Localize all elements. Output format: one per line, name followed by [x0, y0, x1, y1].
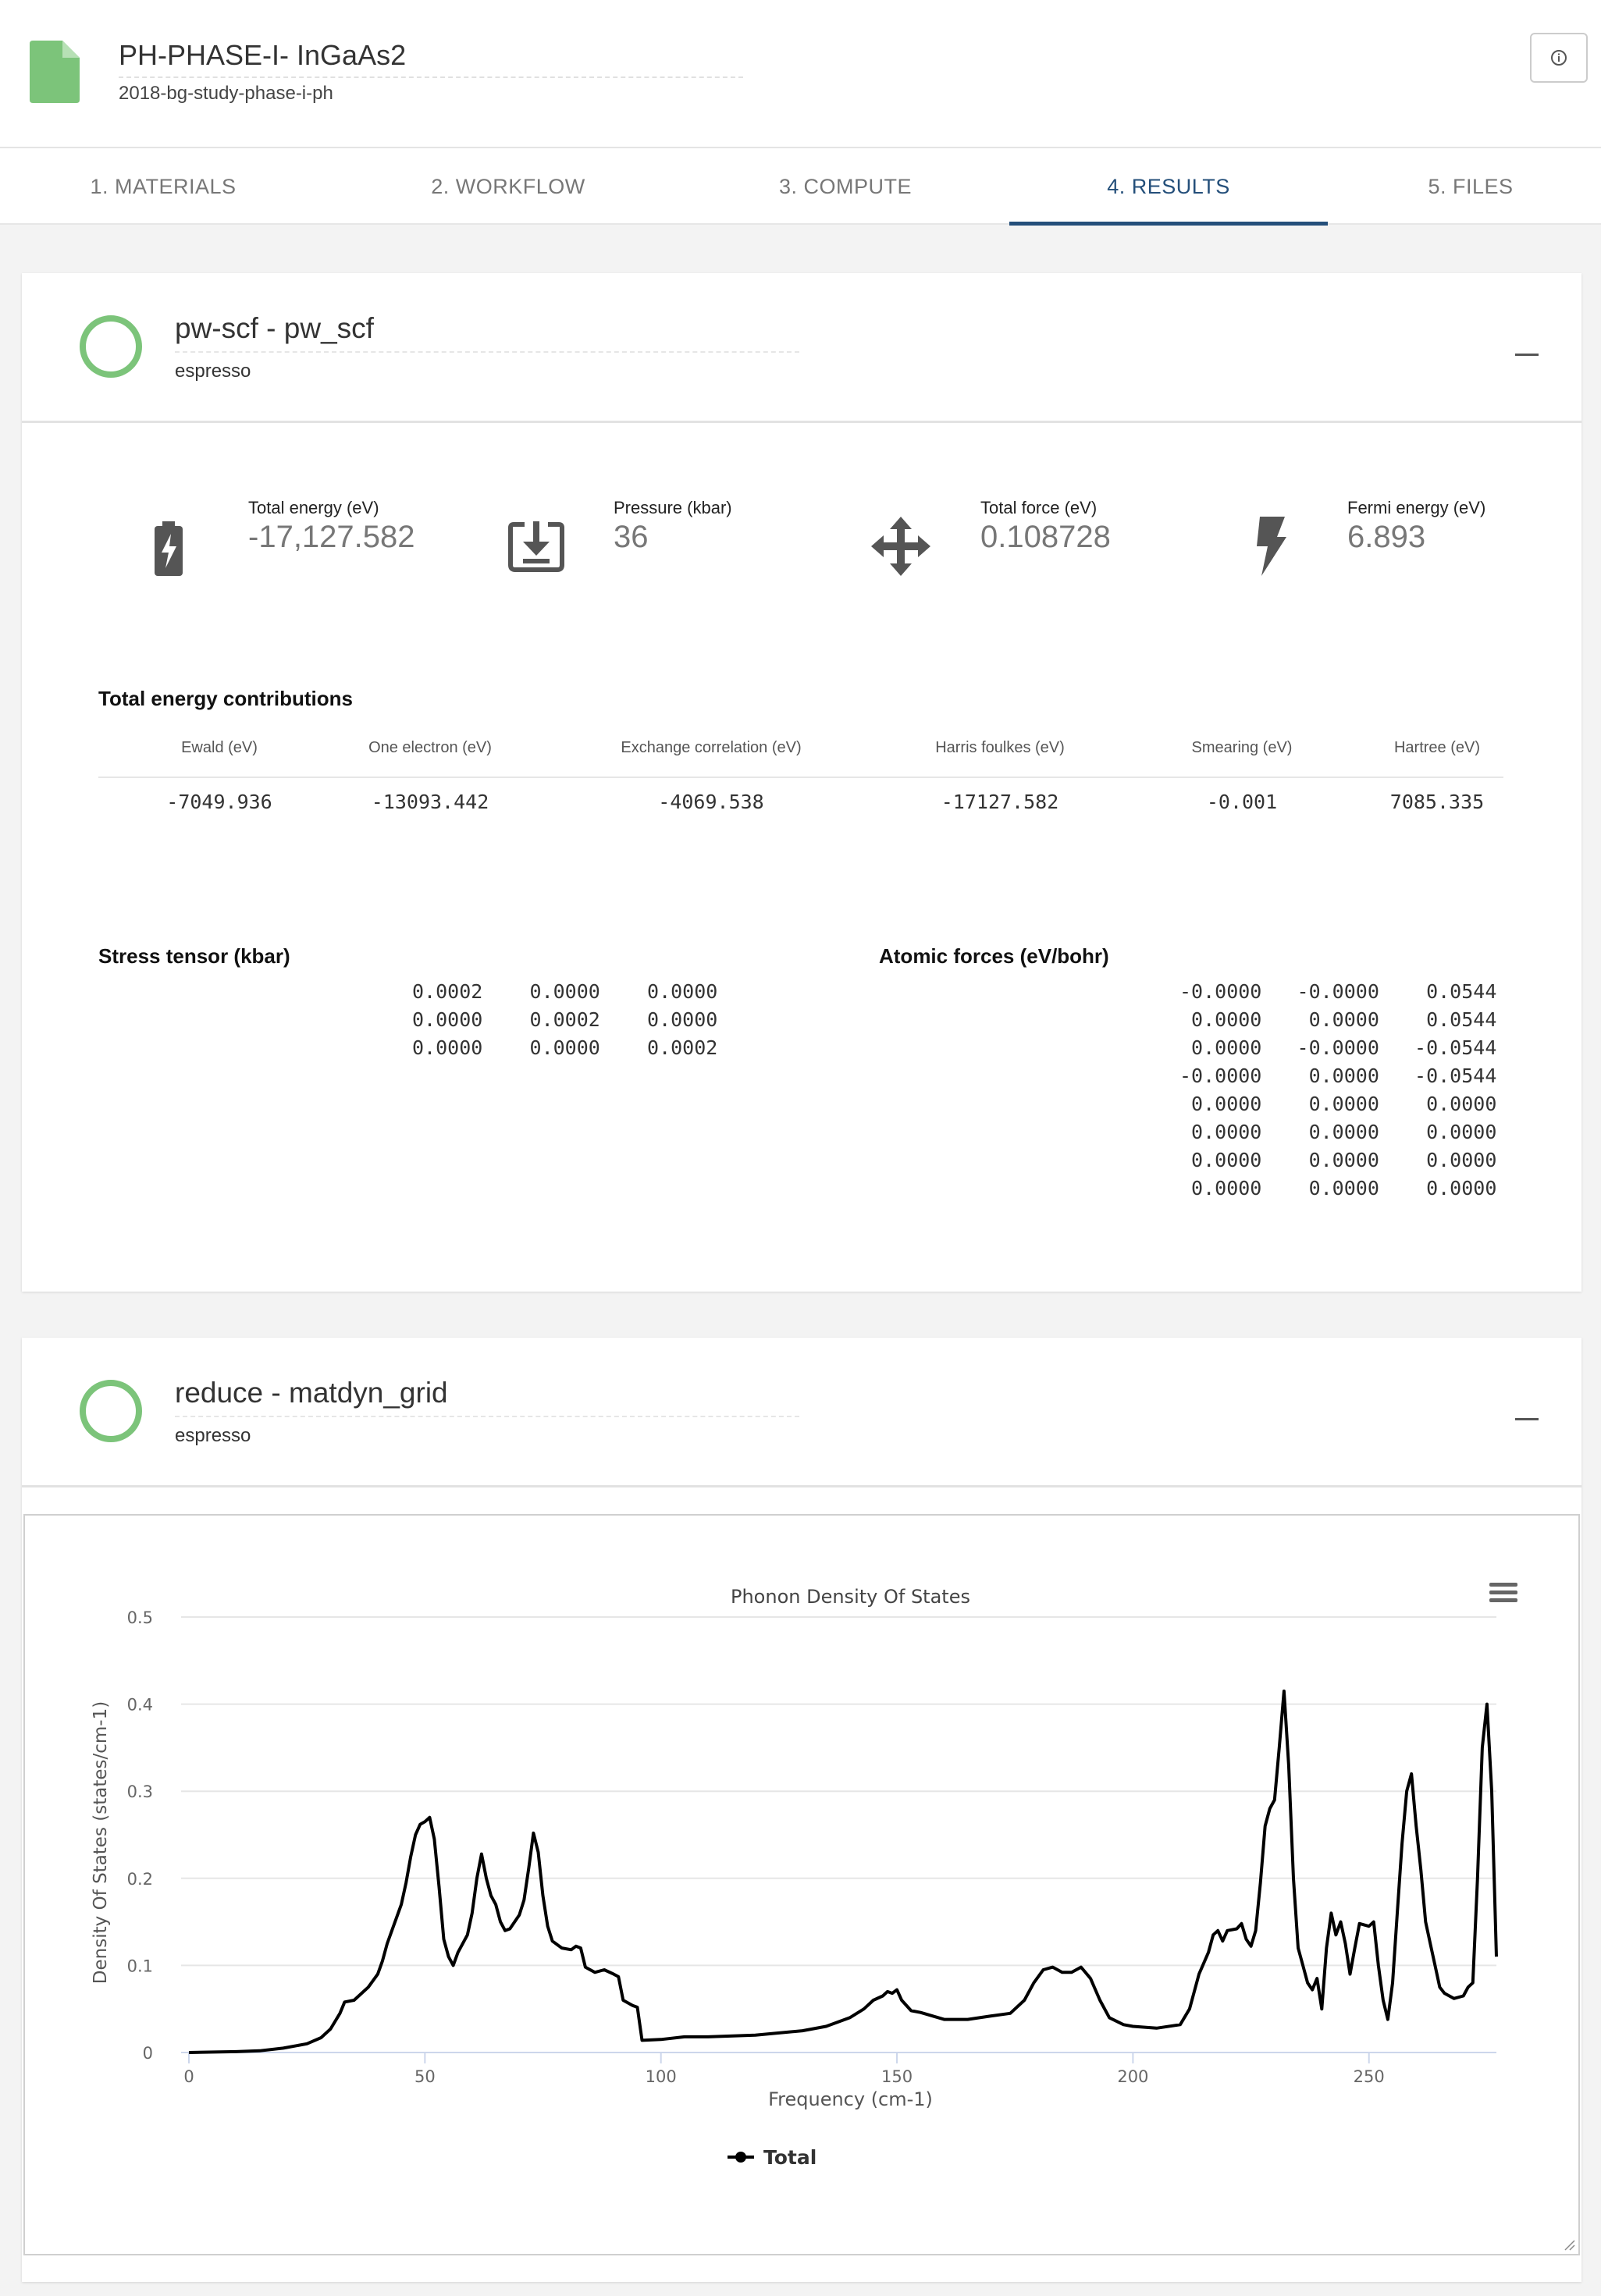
info-button[interactable]: [1530, 33, 1588, 83]
table-row: -7049.936 -13093.442 -4069.538 -17127.58…: [98, 778, 1503, 823]
stress-tensor-title: Stress tensor (kbar): [98, 944, 290, 968]
matrix-row: 0.0000 0.0002 0.0000: [412, 1008, 718, 1031]
chart-menu-button[interactable]: [1489, 1583, 1517, 1606]
tab-files[interactable]: 5. FILES: [1382, 148, 1560, 225]
matrix-row: -0.0000 -0.0000 0.0544: [1179, 980, 1497, 1003]
column-header: Harris foulkes (eV): [935, 739, 1065, 756]
y-tick-label: 0: [143, 2044, 153, 2063]
battery-bolt-icon: [155, 521, 183, 576]
x-tick-label: 150: [881, 2067, 913, 2086]
phonon-dos-chart: Phonon Density Of States 0 0.1 0.2 0.3 0.4 0.5…: [91, 1586, 1498, 2169]
status-complete-icon: [80, 315, 142, 378]
column-header: Smearing (eV): [1191, 739, 1293, 756]
stress-tensor-matrix: 0.0002 0.0000 0.0000 0.0000 0.0002 0.000…: [412, 980, 756, 1074]
menu-bar: [1489, 1590, 1517, 1594]
legend-marker: [735, 2152, 746, 2163]
chart-container: Phonon Density Of States 0 0.1 0.2 0.3 0.4 0.5…: [23, 1514, 1580, 2255]
y-axis-label: Density Of States (states/cm-1): [91, 1701, 111, 1984]
collapse-button[interactable]: [1511, 340, 1542, 368]
y-tick-label: 0.3: [127, 1782, 153, 1801]
x-axis-label: Frequency (cm-1): [768, 2088, 933, 2110]
title-underline: [175, 1416, 799, 1417]
table-header: Ewald (eV) One electron (eV) Exchange co…: [98, 722, 1503, 778]
download-box-icon: [508, 521, 564, 572]
stat-value-total-energy: -17,127.582: [248, 520, 415, 554]
column-header: One electron (eV): [368, 739, 492, 756]
unit-header: pw-scf - pw_scf espresso: [22, 273, 1581, 423]
matrix-row: 0.0000 0.0000 0.0002: [412, 1036, 718, 1059]
table-cell: -0.001: [1206, 791, 1278, 813]
x-tick-label: 100: [646, 2067, 677, 2086]
unit-card-matdyn-grid: reduce - matdyn_grid espresso Phonon Den…: [22, 1338, 1581, 2282]
column-header: Hartree (eV): [1393, 739, 1481, 756]
project-header: PH-PHASE-I- InGaAs2 2018-bg-study-phase-…: [0, 0, 1601, 148]
column-header: Exchange correlation (eV): [621, 739, 802, 756]
x-tick-label: 0: [183, 2067, 194, 2086]
y-tick-label: 0.1: [127, 1957, 153, 1975]
unit-header: reduce - matdyn_grid espresso: [22, 1338, 1581, 1487]
matrix-row: 0.0002 0.0000 0.0000: [412, 980, 718, 1003]
tab-compute[interactable]: 3. COMPUTE: [682, 148, 1009, 225]
atomic-forces-matrix: -0.0000 -0.0000 0.0544 0.0000 0.0000 0.0…: [1179, 980, 1554, 1207]
stat-label-pressure: Pressure (kbar): [614, 498, 732, 517]
matrix-row: 0.0000 0.0000 0.0000: [1179, 1149, 1497, 1171]
x-tick-label: 200: [1117, 2067, 1148, 2086]
matrix-row: 0.0000 0.0000 0.0000: [1179, 1121, 1497, 1143]
unit-card-pw-scf: pw-scf - pw_scf espresso Total energy (e…: [22, 273, 1581, 1292]
stat-value-pressure: 36: [614, 520, 649, 554]
title-underline: [175, 351, 799, 353]
lightning-icon: [1257, 517, 1286, 576]
resize-handle-icon[interactable]: [1561, 2237, 1575, 2251]
stat-label-total-force: Total force (eV): [980, 498, 1098, 517]
unit-title: pw-scf - pw_scf: [175, 312, 374, 344]
minus-icon: [1515, 1417, 1539, 1420]
tab-workflow[interactable]: 2. WORKFLOW: [334, 148, 682, 225]
unit-title: reduce - matdyn_grid: [175, 1377, 448, 1409]
stat-value-total-force: 0.108728: [980, 520, 1111, 554]
energy-contributions-table: Ewald (eV) One electron (eV) Exchange co…: [98, 722, 1503, 823]
menu-bar: [1489, 1583, 1517, 1587]
matrix-row: 0.0000 0.0000 0.0000: [1179, 1093, 1497, 1115]
table-cell: -13093.442: [371, 791, 489, 813]
energy-contributions-title: Total energy contributions: [98, 687, 353, 710]
collapse-button[interactable]: [1511, 1405, 1542, 1433]
tab-materials[interactable]: 1. MATERIALS: [0, 148, 326, 225]
legend-label: Total: [763, 2146, 817, 2169]
chart-title: Phonon Density Of States: [731, 1586, 970, 1608]
info-icon: [1551, 50, 1567, 66]
file-icon: [30, 41, 80, 103]
y-tick-label: 0.2: [127, 1870, 153, 1889]
column-header: Ewald (eV): [181, 739, 258, 756]
matrix-row: 0.0000 0.0000 0.0000: [1179, 1177, 1497, 1200]
table-cell: 7085.335: [1389, 791, 1485, 813]
project-title[interactable]: PH-PHASE-I- InGaAs2: [119, 39, 406, 72]
project-subtitle: 2018-bg-study-phase-i-ph: [119, 83, 333, 104]
series-line-total: [188, 1689, 1498, 2054]
title-underline: [119, 76, 743, 78]
stat-value-fermi-energy: 6.893: [1347, 520, 1426, 554]
results-stats: Total energy (eV) -17,127.582 Pressure (…: [22, 423, 1581, 626]
y-tick-label: 0.4: [127, 1696, 153, 1715]
menu-bar: [1489, 1598, 1517, 1602]
workflow-tabs: 1. MATERIALS 2. WORKFLOW 3. COMPUTE 4. R…: [0, 148, 1601, 226]
active-tab-indicator: [1009, 222, 1328, 226]
move-arrows-icon: [871, 517, 930, 576]
tab-results[interactable]: 4. RESULTS: [1009, 148, 1328, 225]
x-tick-label: 250: [1354, 2067, 1385, 2086]
x-tick-label: 50: [414, 2067, 436, 2086]
table-cell: -7049.936: [166, 791, 272, 813]
unit-application: espresso: [175, 361, 251, 382]
minus-icon: [1515, 353, 1539, 356]
stat-label-fermi-energy: Fermi energy (eV): [1347, 498, 1486, 517]
status-complete-icon: [80, 1380, 142, 1442]
atomic-forces-title: Atomic forces (eV/bohr): [879, 944, 1109, 968]
table-cell: -4069.538: [658, 791, 764, 813]
stat-label-total-energy: Total energy (eV): [248, 498, 379, 517]
matrix-row: 0.0000 -0.0000 -0.0544: [1179, 1036, 1497, 1059]
table-cell: -17127.582: [941, 791, 1059, 813]
matrix-row: -0.0000 0.0000 -0.0544: [1179, 1064, 1497, 1087]
unit-application: espresso: [175, 1425, 251, 1446]
matrix-row: 0.0000 0.0000 0.0544: [1179, 1008, 1497, 1031]
y-tick-label: 0.5: [127, 1608, 153, 1627]
